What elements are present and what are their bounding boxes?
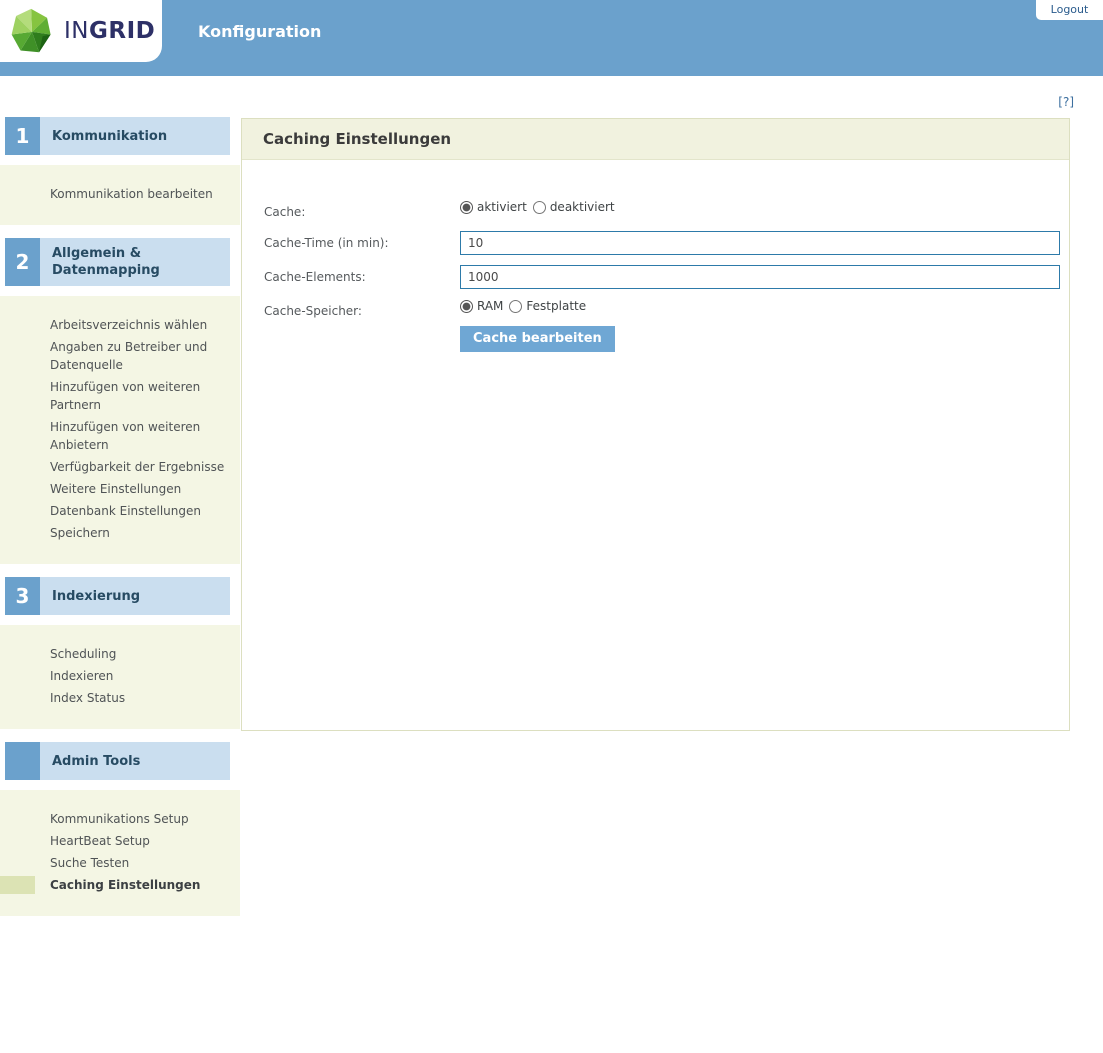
cache-speicher-ram-label: RAM bbox=[477, 299, 503, 313]
cache-elements-row: Cache-Elements: bbox=[264, 265, 1069, 289]
cache-time-input[interactable] bbox=[460, 231, 1060, 255]
sidebar-item-scheduling[interactable]: Scheduling bbox=[0, 645, 240, 663]
sidebar-item-heartbeat-setup[interactable]: HeartBeat Setup bbox=[0, 832, 240, 850]
sidebar-section-admin-tools-header: Admin Tools bbox=[0, 742, 240, 780]
cache-speicher-radio-group: RAM Festplatte bbox=[460, 299, 592, 313]
sidebar-links-admin-tools: Kommunikations Setup HeartBeat Setup Suc… bbox=[0, 790, 240, 916]
sidebar-item-indexieren[interactable]: Indexieren bbox=[0, 667, 240, 685]
section-title-bar: Indexierung bbox=[40, 577, 230, 615]
sidebar-item-speichern[interactable]: Speichern bbox=[0, 524, 240, 542]
sidebar-links-allgemein: Arbeitsverzeichnis wählen Angaben zu Bet… bbox=[0, 296, 240, 564]
sidebar-section-allgemein-header: 2 Allgemein & Datenmapping bbox=[0, 238, 240, 286]
sidebar-item-index-status[interactable]: Index Status bbox=[0, 689, 240, 707]
section-number-badge: 3 bbox=[5, 577, 40, 615]
brand-logo-box: INGRID bbox=[0, 0, 162, 62]
section-title: Kommunikation bbox=[52, 128, 167, 145]
section-title: Indexierung bbox=[52, 588, 140, 605]
section-number-badge: 2 bbox=[5, 238, 40, 286]
cache-elements-label: Cache-Elements: bbox=[264, 265, 460, 286]
cache-label: Cache: bbox=[264, 200, 460, 221]
sidebar-item-verfuegbarkeit[interactable]: Verfügbarkeit der Ergebnisse bbox=[0, 458, 240, 476]
sidebar-item-weitere-partner[interactable]: Hinzufügen von weiteren Partnern bbox=[0, 378, 240, 414]
sidebar-item-kommunikations-setup[interactable]: Kommunikations Setup bbox=[0, 810, 240, 828]
submit-spacer bbox=[264, 326, 460, 329]
sidebar-item-kommunikation-bearbeiten[interactable]: Kommunikation bearbeiten bbox=[0, 185, 240, 203]
submit-control: Cache bearbeiten bbox=[460, 326, 615, 352]
sidebar-item-caching-einstellungen[interactable]: Caching Einstellungen bbox=[0, 876, 240, 894]
sidebar: 1 Kommunikation Kommunikation bearbeiten… bbox=[0, 76, 240, 916]
sidebar-links-kommunikation: Kommunikation bearbeiten bbox=[0, 165, 240, 225]
page-title: Konfiguration bbox=[198, 22, 321, 41]
sidebar-item-arbeitsverzeichnis[interactable]: Arbeitsverzeichnis wählen bbox=[0, 316, 240, 334]
cache-elements-input[interactable] bbox=[460, 265, 1060, 289]
cache-time-control bbox=[460, 231, 1060, 255]
section-title-bar: Allgemein & Datenmapping bbox=[40, 238, 230, 286]
cache-aktiviert-label: aktiviert bbox=[477, 200, 527, 214]
section-number-badge: 1 bbox=[5, 117, 40, 155]
caching-form: Cache: aktiviert deaktiviert Cache-Time bbox=[242, 160, 1069, 730]
header-bar: INGRID Konfiguration Logout bbox=[0, 0, 1103, 76]
section-number-badge bbox=[5, 742, 40, 780]
section-title-bar: Kommunikation bbox=[40, 117, 230, 155]
cache-time-row: Cache-Time (in min): bbox=[264, 231, 1069, 255]
content-row: 1 Kommunikation Kommunikation bearbeiten… bbox=[0, 76, 1103, 916]
sidebar-links-indexierung: Scheduling Indexieren Index Status bbox=[0, 625, 240, 729]
brand-name-regular: IN bbox=[64, 18, 89, 44]
cache-bearbeiten-button[interactable]: Cache bearbeiten bbox=[460, 326, 615, 352]
main-panel: Caching Einstellungen Cache: aktiviert d… bbox=[241, 118, 1070, 731]
cache-speicher-row: Cache-Speicher: RAM Festplatte bbox=[264, 299, 1069, 320]
cache-speicher-ram-option[interactable]: RAM bbox=[460, 299, 503, 313]
cache-speicher-ram-radio[interactable] bbox=[460, 300, 473, 313]
brand-name: INGRID bbox=[64, 18, 155, 44]
cache-speicher-festplatte-radio[interactable] bbox=[509, 300, 522, 313]
page: INGRID Konfiguration Logout [?] 1 Kommun… bbox=[0, 0, 1103, 1053]
cache-elements-control bbox=[460, 265, 1060, 289]
brand-name-bold: GRID bbox=[89, 18, 155, 44]
cache-speicher-festplatte-label: Festplatte bbox=[526, 299, 586, 313]
help-link[interactable]: [?] bbox=[1058, 95, 1074, 109]
submit-row: Cache bearbeiten bbox=[264, 326, 1069, 352]
cache-deaktiviert-option[interactable]: deaktiviert bbox=[533, 200, 615, 214]
ingrid-gem-icon bbox=[9, 6, 55, 56]
section-title: Allgemein & Datenmapping bbox=[52, 245, 222, 279]
sidebar-item-angaben-betreiber[interactable]: Angaben zu Betreiber und Datenquelle bbox=[0, 338, 240, 374]
cache-deaktiviert-label: deaktiviert bbox=[550, 200, 615, 214]
cache-deaktiviert-radio[interactable] bbox=[533, 201, 546, 214]
cache-time-label: Cache-Time (in min): bbox=[264, 231, 460, 252]
logout-button[interactable]: Logout bbox=[1036, 0, 1103, 20]
section-title: Admin Tools bbox=[52, 753, 140, 770]
sidebar-item-datenbank-einstellungen[interactable]: Datenbank Einstellungen bbox=[0, 502, 240, 520]
sidebar-item-suche-testen[interactable]: Suche Testen bbox=[0, 854, 240, 872]
sidebar-section-kommunikation-header: 1 Kommunikation bbox=[0, 117, 240, 155]
sidebar-item-weitere-anbieter[interactable]: Hinzufügen von weiteren Anbietern bbox=[0, 418, 240, 454]
section-title-bar: Admin Tools bbox=[40, 742, 230, 780]
cache-aktiviert-option[interactable]: aktiviert bbox=[460, 200, 527, 214]
cache-radio-group: aktiviert deaktiviert bbox=[460, 200, 621, 214]
cache-row: Cache: aktiviert deaktiviert bbox=[264, 200, 1069, 221]
cache-speicher-label: Cache-Speicher: bbox=[264, 299, 460, 320]
sidebar-section-indexierung-header: 3 Indexierung bbox=[0, 577, 240, 615]
sidebar-item-weitere-einstellungen[interactable]: Weitere Einstellungen bbox=[0, 480, 240, 498]
cache-aktiviert-radio[interactable] bbox=[460, 201, 473, 214]
panel-title: Caching Einstellungen bbox=[242, 119, 1069, 160]
cache-speicher-festplatte-option[interactable]: Festplatte bbox=[509, 299, 586, 313]
